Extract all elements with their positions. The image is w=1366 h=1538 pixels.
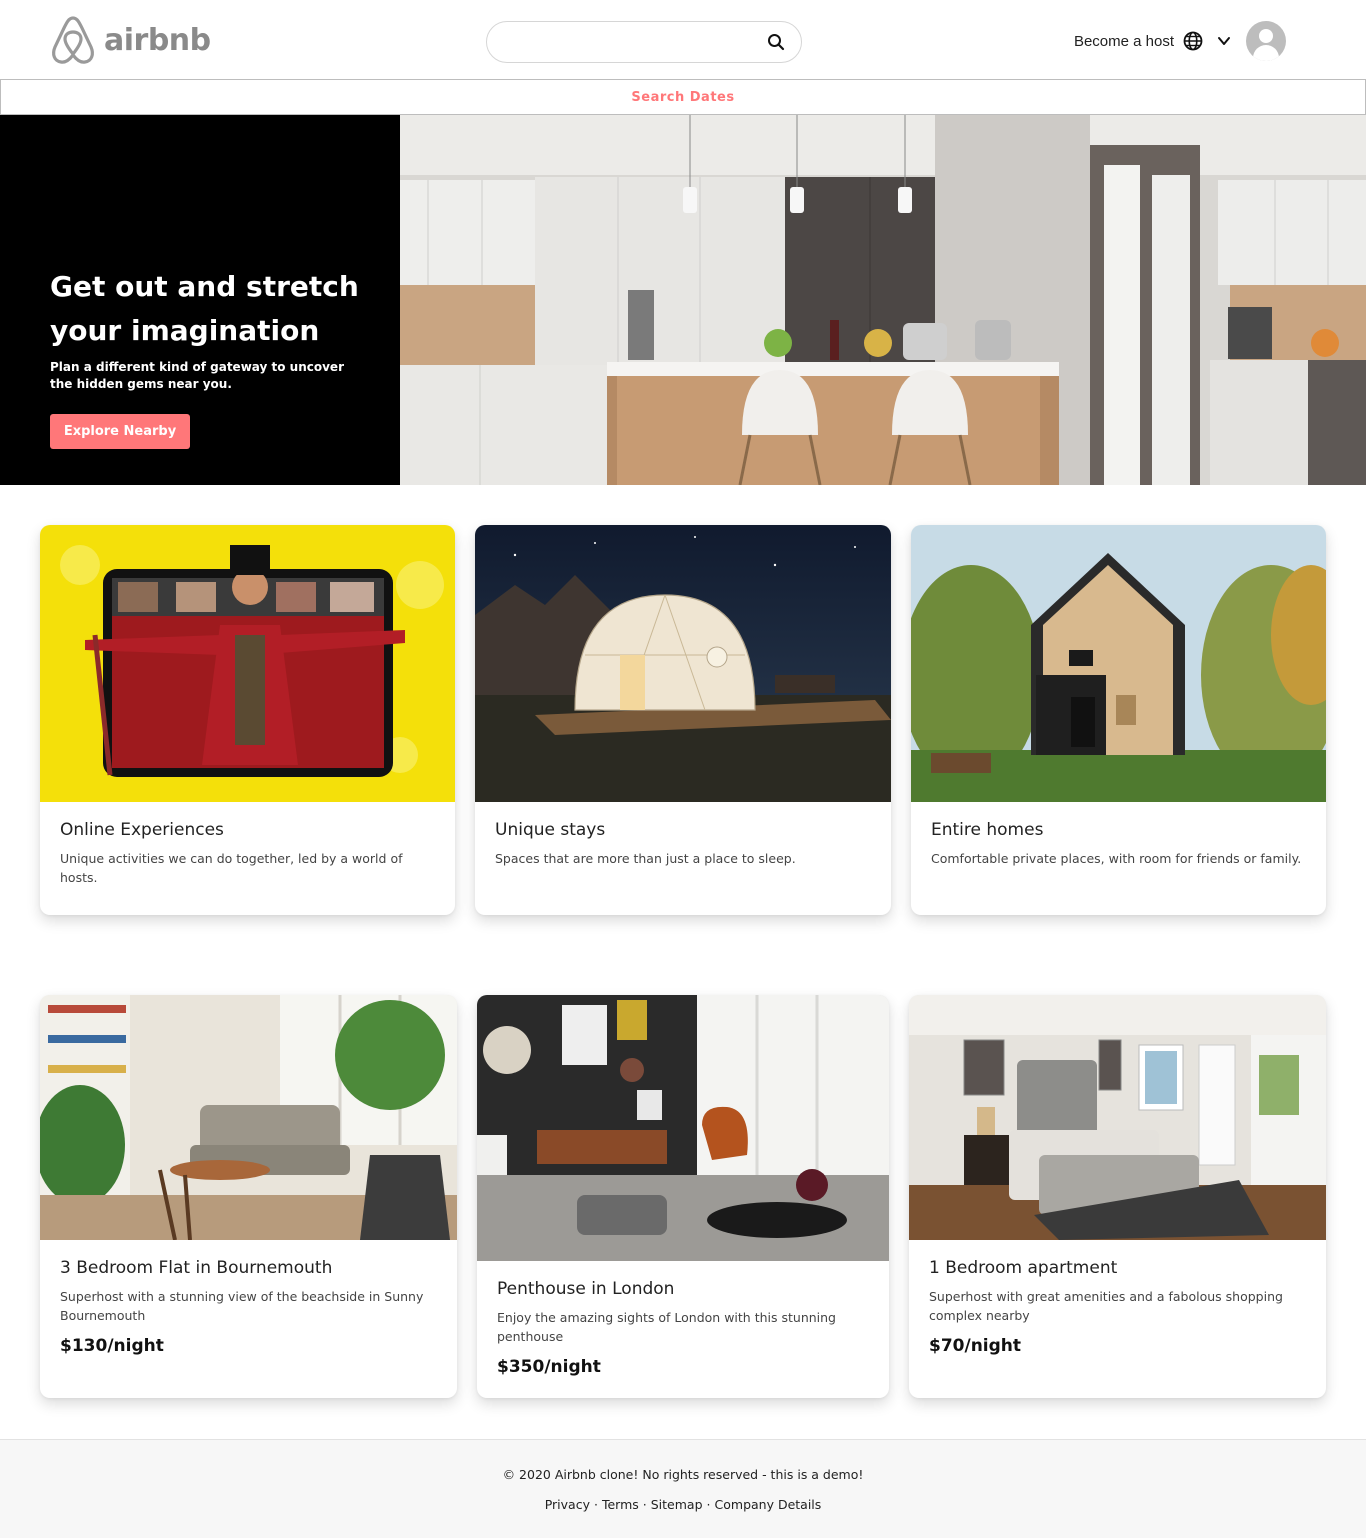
- bournemouth-flat-image: [40, 995, 457, 1240]
- category-description: Comfortable private places, with room fo…: [931, 851, 1302, 866]
- footer-links: Privacy · Terms · Sitemap · Company Details: [0, 1497, 1366, 1512]
- listing-card-1-bedroom-apartment[interactable]: 1 Bedroom apartment Superhost with great…: [909, 995, 1326, 1398]
- hero-subtitle: Plan a different kind of gateway to unco…: [50, 360, 344, 391]
- hero-kitchen-image: [400, 115, 1366, 485]
- listing-title: 1 Bedroom apartment: [929, 1258, 1118, 1278]
- avatar[interactable]: [1246, 21, 1286, 61]
- hero-title: Get out and stretch your imagination: [50, 270, 359, 347]
- category-description: Unique activities we can do together, le…: [60, 851, 403, 885]
- footer-link-sitemap[interactable]: Sitemap: [651, 1497, 703, 1512]
- category-description: Spaces that are more than just a place t…: [495, 851, 796, 866]
- category-card-entire-homes[interactable]: Entire homes Comfortable private places,…: [911, 525, 1326, 915]
- airbnb-logo-icon: [52, 16, 94, 64]
- listing-title: Penthouse in London: [497, 1279, 675, 1299]
- chevron-down-icon[interactable]: [1216, 33, 1232, 49]
- listing-description: Superhost with great amenities and a fab…: [929, 1289, 1283, 1323]
- entire-homes-image: [911, 525, 1326, 802]
- footer-separator: ·: [593, 1497, 598, 1512]
- footer-link-company-details[interactable]: Company Details: [715, 1497, 822, 1512]
- hero-text-panel: Get out and stretch your imagination Pla…: [0, 115, 400, 485]
- globe-icon[interactable]: [1182, 30, 1204, 52]
- search-bar: [486, 21, 802, 63]
- category-title: Unique stays: [495, 820, 606, 840]
- footer-link-terms[interactable]: Terms: [602, 1497, 639, 1512]
- search-dates-button[interactable]: Search Dates: [0, 79, 1366, 115]
- explore-nearby-button[interactable]: Explore Nearby: [50, 414, 190, 449]
- listing-title: 3 Bedroom Flat in Bournemouth: [60, 1258, 333, 1278]
- listing-price: $70/night: [929, 1336, 1022, 1356]
- listing-price: $350/night: [497, 1357, 601, 1377]
- penthouse-london-image: [477, 995, 889, 1261]
- listing-description: Superhost with a stunning view of the be…: [60, 1289, 424, 1323]
- category-title: Entire homes: [931, 820, 1044, 840]
- footer-copyright: © 2020 Airbnb clone! No rights reserved …: [502, 1467, 864, 1482]
- header-actions: Become a host: [1074, 20, 1286, 62]
- airbnb-logo[interactable]: airbnb: [50, 14, 211, 66]
- category-title: Online Experiences: [60, 820, 224, 840]
- avatar-body-shape: [1253, 45, 1279, 61]
- header: airbnb Become a host: [0, 0, 1366, 80]
- footer-link-privacy[interactable]: Privacy: [545, 1497, 590, 1512]
- footer-separator: ·: [706, 1497, 711, 1512]
- avatar-head-shape: [1259, 29, 1273, 43]
- listing-description: Enjoy the amazing sights of London with …: [497, 1310, 836, 1344]
- search-icon[interactable]: [755, 21, 797, 63]
- become-host-link[interactable]: Become a host: [1074, 33, 1174, 50]
- category-card-online-experiences[interactable]: Online Experiences Unique activities we …: [40, 525, 455, 915]
- category-card-unique-stays[interactable]: Unique stays Spaces that are more than j…: [475, 525, 891, 915]
- hero-banner: Get out and stretch your imagination Pla…: [0, 115, 1366, 485]
- logo-text: airbnb: [104, 22, 211, 58]
- search-dates-label: Search Dates: [631, 89, 735, 105]
- online-experiences-image: [40, 525, 455, 802]
- footer-separator: ·: [642, 1497, 647, 1512]
- unique-stays-image: [475, 525, 891, 802]
- footer: © 2020 Airbnb clone! No rights reserved …: [0, 1439, 1366, 1538]
- listing-card-bournemouth[interactable]: 3 Bedroom Flat in Bournemouth Superhost …: [40, 995, 457, 1398]
- listing-card-penthouse-london[interactable]: Penthouse in London Enjoy the amazing si…: [477, 995, 889, 1398]
- bedroom-apartment-image: [909, 995, 1326, 1240]
- listing-price: $130/night: [60, 1336, 164, 1356]
- search-input[interactable]: [505, 23, 755, 61]
